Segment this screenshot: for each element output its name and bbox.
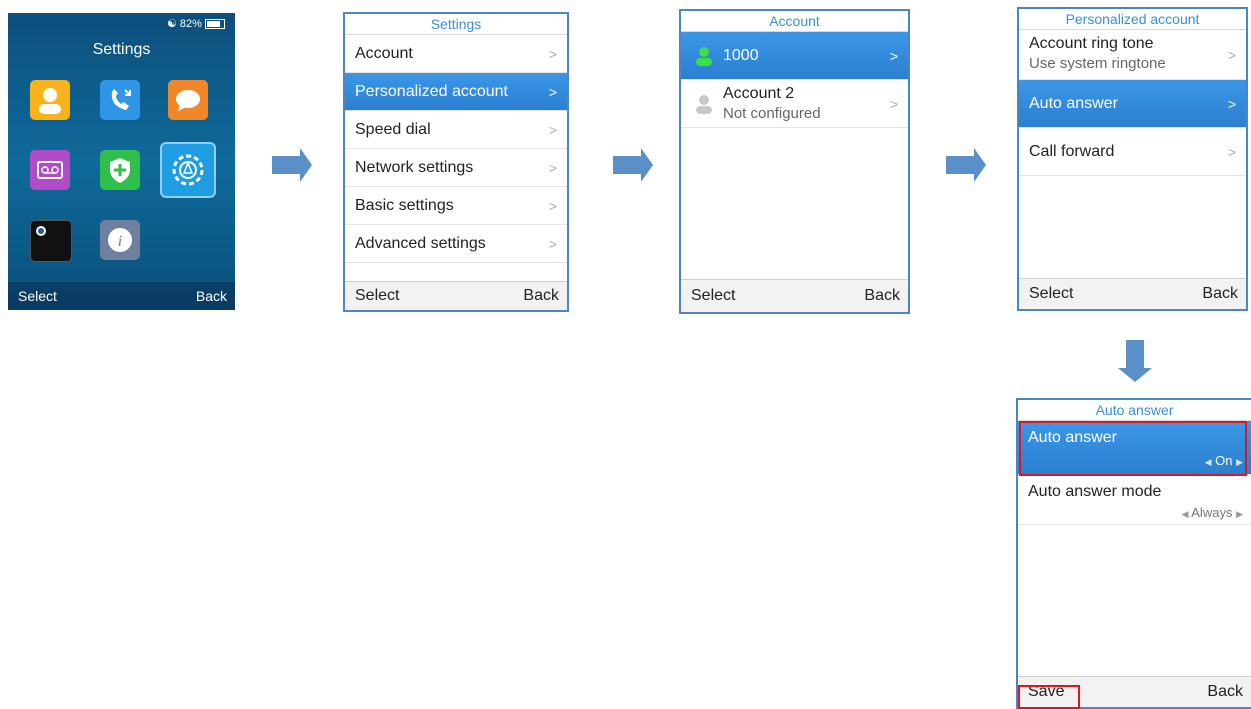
account-status: Not configured: [723, 105, 821, 122]
settings-item-account[interactable]: Account >: [345, 35, 567, 73]
chevron-right-icon: >: [548, 45, 557, 62]
value-text: Always: [1191, 505, 1233, 520]
status-bar: ☯ 82%: [167, 17, 225, 30]
account-row-1000[interactable]: 1000 >: [681, 32, 908, 80]
chevron-right-icon: >: [548, 159, 557, 176]
chevron-right-icon: >: [889, 47, 898, 64]
settings-item-label: Basic settings: [355, 197, 454, 214]
settings-item-advanced-settings[interactable]: Advanced settings >: [345, 225, 567, 263]
select-softkey[interactable]: Select: [355, 282, 399, 310]
auto-answer-mode-row[interactable]: Auto answer mode ◀ Always ▶: [1018, 475, 1251, 525]
user-icon: [696, 47, 712, 66]
personalized-softkeys: Select Back: [1019, 278, 1246, 309]
arrow-right-icon: [272, 148, 312, 182]
home-softkeys: Select Back: [8, 282, 235, 310]
settings-item-label: Account: [355, 45, 413, 62]
settings-gear-icon[interactable]: [160, 142, 216, 198]
settings-item-label: Personalized account: [355, 83, 508, 100]
personalized-account-screen: Personalized account Account ring tone U…: [1017, 7, 1248, 311]
screen-title: Settings: [345, 14, 567, 35]
settings-screen: Settings Account > Personalized account > Sp…: [343, 12, 569, 312]
arrow-down-icon: [1118, 340, 1152, 382]
call-forward-row[interactable]: Call forward >: [1019, 128, 1246, 176]
clock-icon[interactable]: [30, 220, 72, 262]
svg-text:i: i: [118, 233, 122, 250]
back-softkey[interactable]: Back: [864, 280, 900, 312]
settings-item-speed-dial[interactable]: Speed dial >: [345, 111, 567, 149]
chevron-right-icon: >: [548, 83, 557, 100]
account-row-2[interactable]: Account 2 Not configured >: [681, 80, 908, 128]
settings-item-basic-settings[interactable]: Basic settings >: [345, 187, 567, 225]
chevron-right-icon: >: [1227, 95, 1236, 112]
screen-title: Account: [681, 11, 908, 32]
security-icon[interactable]: [100, 150, 140, 190]
voicemail-icon[interactable]: [30, 150, 70, 190]
arrow-right-icon: [613, 148, 653, 182]
screen-title: Auto answer: [1018, 400, 1251, 421]
row-label: Auto answer: [1029, 95, 1118, 112]
highlight-save-box: [1018, 685, 1080, 709]
account-softkeys: Select Back: [681, 279, 908, 312]
call-history-icon[interactable]: [100, 80, 140, 120]
home-screen: ☯ 82% Settings i Select Back: [8, 13, 235, 310]
chevron-right-icon: >: [1227, 46, 1236, 63]
messages-icon[interactable]: [168, 80, 208, 120]
chevron-right-icon: >: [548, 235, 557, 252]
row-label: Call forward: [1029, 143, 1115, 160]
auto-answer-mode-value[interactable]: ◀ Always ▶: [1181, 505, 1243, 520]
info-icon[interactable]: i: [100, 220, 140, 260]
highlight-auto-answer-box: [1019, 421, 1247, 476]
battery-percent: 82%: [179, 18, 202, 30]
row-label: Auto answer mode: [1028, 483, 1162, 500]
wifi-icon: ☯: [166, 18, 177, 30]
arrow-right-icon: [946, 148, 986, 182]
chevron-right-icon: >: [1227, 143, 1236, 160]
chevron-right-icon: >: [889, 95, 898, 112]
user-icon: [696, 95, 712, 114]
settings-item-network-settings[interactable]: Network settings >: [345, 149, 567, 187]
select-softkey[interactable]: Select: [691, 280, 735, 312]
back-softkey[interactable]: Back: [1207, 677, 1243, 707]
settings-item-label: Network settings: [355, 159, 474, 176]
row-label: Account ring tone: [1029, 35, 1154, 52]
account-name: 1000: [723, 47, 759, 64]
chevron-right-icon: ▶: [1236, 509, 1243, 519]
settings-item-label: Advanced settings: [355, 235, 486, 252]
chevron-right-icon: >: [548, 197, 557, 214]
contacts-icon[interactable]: [30, 80, 70, 120]
screen-title: Personalized account: [1019, 9, 1246, 30]
back-softkey[interactable]: Back: [1202, 279, 1238, 309]
settings-item-label: Speed dial: [355, 121, 431, 138]
row-value: Use system ringtone: [1029, 55, 1166, 72]
chevron-left-icon: ◀: [1181, 509, 1189, 519]
ring-tone-row[interactable]: Account ring tone Use system ringtone >: [1019, 30, 1246, 80]
settings-list: Account > Personalized account > Speed dial >…: [345, 35, 567, 263]
select-softkey[interactable]: Select: [18, 282, 57, 310]
chevron-right-icon: >: [548, 121, 557, 138]
settings-item-personalized-account[interactable]: Personalized account >: [345, 73, 567, 111]
select-softkey[interactable]: Select: [1029, 279, 1073, 309]
account-name: Account 2: [723, 85, 795, 102]
battery-icon: [205, 19, 225, 30]
back-softkey[interactable]: Back: [196, 282, 227, 310]
home-title: Settings: [92, 41, 151, 58]
settings-softkeys: Select Back: [345, 281, 567, 310]
back-softkey[interactable]: Back: [523, 282, 559, 310]
account-screen: Account 1000 > Account 2 Not configured …: [679, 9, 910, 314]
auto-answer-row[interactable]: Auto answer >: [1019, 80, 1246, 128]
